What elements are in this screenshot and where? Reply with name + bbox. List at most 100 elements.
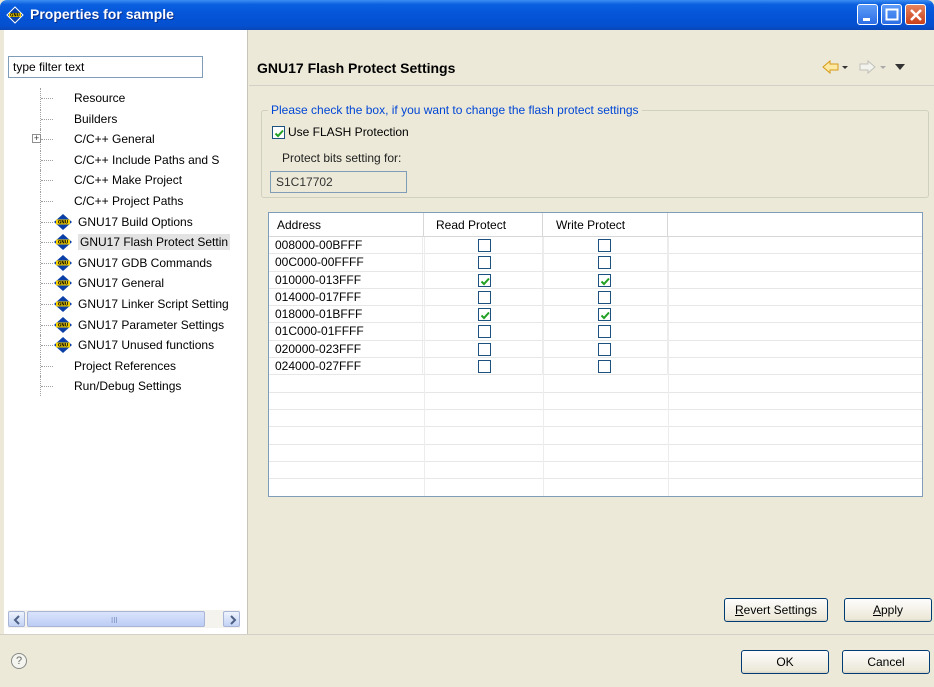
scroll-right-button[interactable] [223,611,240,627]
table-body: 008000-00BFFF 00C000-00FFFF 010000-013FFF 0… [269,237,922,480]
tree-item[interactable]: GNU GNU17 GDB Commands [4,252,242,274]
tree-item[interactable]: GNU GNU17 Build Options [4,211,242,233]
table-row[interactable]: 010000-013FFF [269,271,922,289]
cancel-button[interactable]: Cancel [842,650,930,674]
tree-item[interactable]: GNU GNU17 Flash Protect Settin [4,232,242,253]
table-row[interactable]: 014000-017FFF [269,288,922,307]
address-cell: 010000-013FFF [275,271,423,289]
revert-settings-button[interactable]: Revert Settings [724,598,828,622]
table-row[interactable]: 00C000-00FFFF [269,254,922,272]
ok-button[interactable]: OK [741,650,829,674]
table-row[interactable]: 008000-00BFFF [269,237,922,255]
read-protect-checkbox[interactable] [478,342,491,356]
tree-item[interactable]: Project References [4,355,242,377]
read-protect-checkbox[interactable] [478,325,491,339]
tree-item[interactable]: C/C++ Include Paths and S [4,149,242,171]
write-protect-checkbox[interactable] [598,239,611,252]
read-protect-checkbox[interactable] [478,239,491,252]
maximize-button[interactable] [881,4,902,25]
view-menu-icon[interactable] [895,64,905,70]
tree-connector [40,190,54,211]
filter-input[interactable]: type filter text [8,56,203,78]
svg-text:GNU: GNU [58,240,69,245]
title-bar[interactable]: GNU Properties for sample [0,0,934,30]
use-flash-label: Use FLASH Protection [288,125,409,139]
column-header-write-protect[interactable]: Write Protect [543,213,668,237]
write-protect-cell [543,306,668,324]
chevron-right-icon [230,615,237,625]
write-protect-checkbox[interactable] [598,290,611,304]
tree-item-label: C/C++ Project Paths [74,193,184,208]
forward-dropdown-icon[interactable] [880,66,886,69]
tree-item-label: Run/Debug Settings [74,379,182,394]
tree-connector [40,314,54,335]
close-button[interactable] [905,4,926,25]
read-protect-checkbox[interactable] [478,308,491,322]
table-row[interactable]: 020000-023FFF [269,340,922,359]
write-protect-checkbox[interactable] [598,256,611,270]
address-cell: 014000-017FFF [275,288,423,306]
left-panel: type filter text Resource Builders + C/C++ … [4,30,248,634]
table-row[interactable]: 018000-01BFFF [269,306,922,324]
column-header-address[interactable]: Address [269,213,424,237]
svg-text:GNU: GNU [58,260,69,265]
read-protect-checkbox[interactable] [478,360,491,374]
empty-table-row [269,462,922,480]
write-protect-checkbox[interactable] [598,273,611,287]
table-row[interactable]: 01C000-01FFFF [269,323,922,341]
write-protect-cell [543,254,668,272]
write-protect-checkbox[interactable] [598,342,611,356]
tree-item[interactable]: GNU GNU17 Unused functions [4,335,242,356]
tree-item[interactable]: GNU GNU17 Linker Script Setting [4,293,242,315]
empty-table-row [269,375,922,393]
address-cell: 018000-01BFFF [275,306,423,324]
tree-item[interactable]: + C/C++ General [4,129,242,150]
horizontal-scrollbar[interactable]: III [8,610,240,628]
empty-table-row [269,393,922,410]
write-protect-checkbox[interactable] [598,308,611,322]
forward-arrow-icon[interactable] [859,59,876,75]
close-icon [910,9,922,21]
expand-icon[interactable]: + [32,134,41,144]
scroll-thumb[interactable]: III [27,611,205,627]
write-protect-cell [543,323,668,341]
minimize-button[interactable] [857,4,878,25]
back-arrow-icon[interactable] [822,59,839,75]
tree-item[interactable]: GNU GNU17 Parameter Settings [4,314,242,336]
read-protect-checkbox[interactable] [478,290,491,304]
use-flash-protection-checkbox[interactable]: Use FLASH Protection [272,125,409,140]
read-protect-checkbox[interactable] [478,256,491,270]
tree-item-label: GNU17 Unused functions [78,338,215,353]
help-icon[interactable]: ? [11,653,27,669]
navigation-arrows [822,59,905,75]
read-protect-cell [424,254,543,272]
tree-item[interactable]: GNU GNU17 General [4,273,242,294]
page-title: GNU17 Flash Protect Settings [257,60,456,76]
column-header-read-protect[interactable]: Read Protect [424,213,543,237]
read-protect-cell [424,288,543,307]
write-protect-checkbox[interactable] [598,325,611,339]
tree-connector [40,211,54,232]
gnu-icon: GNU [54,234,72,251]
tree-item[interactable]: C/C++ Project Paths [4,190,242,212]
tree-connector [40,88,54,108]
read-protect-cell [424,323,543,341]
gnu-icon: GNU [54,337,72,354]
use-flash-checkbox-box[interactable] [272,126,285,140]
back-dropdown-icon[interactable] [842,66,848,69]
tree-item[interactable]: Run/Debug Settings [4,376,242,397]
svg-text:GNU: GNU [10,13,20,18]
tree-connector [40,252,54,273]
tree-item[interactable]: Resource [4,88,242,109]
tree-item[interactable]: C/C++ Make Project [4,170,242,191]
table-row[interactable]: 024000-027FFF [269,358,922,376]
apply-button[interactable]: Apply [844,598,932,622]
empty-table-row [269,410,922,428]
svg-text:GNU: GNU [58,302,69,307]
write-protect-checkbox[interactable] [598,360,611,374]
tree-item-label: C/C++ Include Paths and S [74,152,220,167]
tree-item-label: GNU17 Linker Script Setting [78,296,229,311]
read-protect-checkbox[interactable] [478,273,491,287]
scroll-left-button[interactable] [8,611,25,627]
tree-item[interactable]: Builders [4,108,242,130]
